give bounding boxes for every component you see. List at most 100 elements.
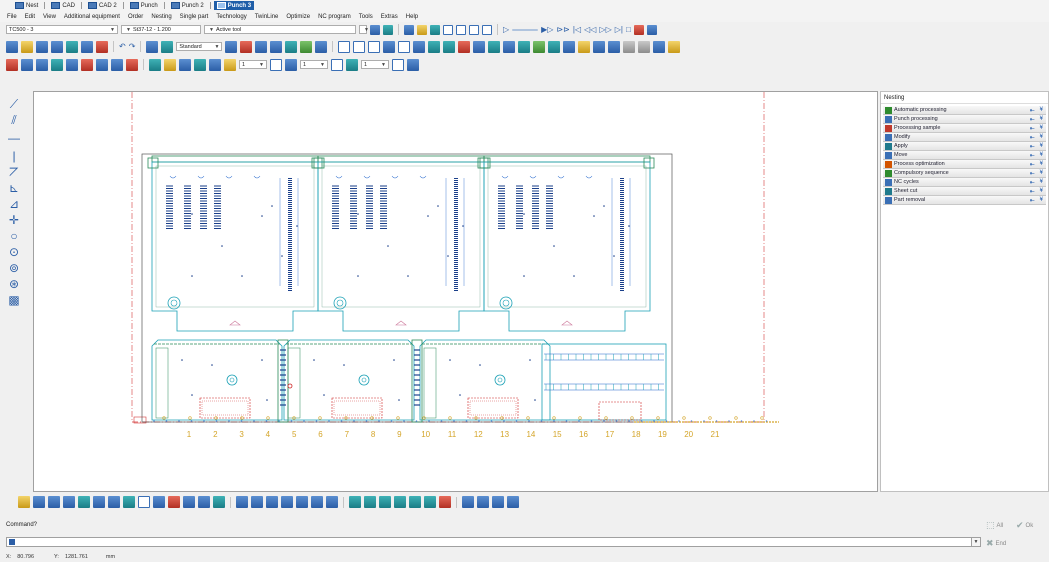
circle-point-icon[interactable]: ⊚ [6,261,22,275]
slope-line-icon[interactable]: ⊿ [6,197,22,211]
tab-cad[interactable]: CAD [48,1,78,10]
punch-hit-icon[interactable] [149,58,161,71]
chevron-double-down-icon[interactable]: ¥ [1040,143,1043,150]
view-1-icon[interactable] [338,40,351,53]
fit-2-icon[interactable] [608,40,621,53]
display-clamps-icon[interactable] [439,496,451,508]
measure-2-icon[interactable] [488,40,501,53]
view-7-icon[interactable] [428,40,441,53]
properties-icon[interactable] [81,40,93,53]
tool-mark-icon[interactable] [126,58,138,71]
check-icon[interactable] [300,40,313,53]
angle-line-icon[interactable]: ⦢ [6,165,22,179]
collapse-icon[interactable]: ⇤ [1030,134,1035,141]
nesting-command-modify[interactable]: Modify ⇤ ¥ [883,133,1046,142]
open-icon[interactable] [21,40,33,53]
display-dims-icon[interactable] [424,496,436,508]
window-icon[interactable] [623,40,636,53]
zoom-part-icon[interactable] [183,496,195,508]
frame-icon[interactable] [138,496,150,508]
circle-tangent-icon[interactable]: ⊛ [6,277,22,291]
count-select-1[interactable]: 1 ▼ [239,60,267,69]
filter-icon[interactable] [370,24,380,35]
collapse-icon[interactable]: ⇤ [1030,125,1035,132]
menu-extras[interactable]: Extras [381,14,398,20]
nesting-command-optimize[interactable]: Process optimization ⇤ ¥ [883,160,1046,169]
zoom-all-icon[interactable] [326,496,338,508]
dropdown-button[interactable]: ▼ [359,25,369,34]
crosshair-icon[interactable]: ✛ [6,213,22,227]
tool-select[interactable]: ▼ Active tool [204,25,356,34]
punch-grid-icon[interactable] [209,58,221,71]
chevron-double-down-icon[interactable]: ¥ [1040,161,1043,168]
command-history-dropdown[interactable]: ▼ [971,537,981,547]
copy-icon[interactable] [430,24,440,35]
tool-view-icon[interactable] [108,496,120,508]
nesting-command-apply[interactable]: Apply ⇤ ¥ [883,142,1046,151]
tool-assign-icon[interactable] [66,58,78,71]
chevron-double-down-icon[interactable]: ¥ [1040,179,1043,186]
grid-4-icon[interactable] [482,24,492,35]
nesting-command-move[interactable]: Move ⇤ ¥ [883,151,1046,160]
paint-icon[interactable] [668,40,681,53]
tab-punch-2[interactable]: Punch 2 [168,1,207,10]
column-icon[interactable] [225,40,238,53]
collapse-icon[interactable]: ⇤ [1030,188,1035,195]
offset-2-icon[interactable] [331,58,343,71]
menu-tools[interactable]: Tools [359,14,373,20]
zoom-previous-icon[interactable] [296,496,308,508]
collapse-icon[interactable]: ⇤ [1030,116,1035,123]
nesting-command-nc-cycles[interactable]: NC cycles ⇤ ¥ [883,178,1046,187]
zoom-window-icon[interactable] [251,496,263,508]
menu-view[interactable]: View [43,14,56,20]
tool-angle-icon[interactable] [96,58,108,71]
punch-arc-icon[interactable] [194,58,206,71]
zoom-fit-icon[interactable] [311,496,323,508]
layout-icon[interactable] [146,40,159,53]
display-tools-icon[interactable] [349,496,361,508]
fast-forward-icon[interactable]: ▷▷ [599,25,611,35]
play-icon[interactable]: ▷ [503,25,509,35]
parts-icon[interactable] [161,40,174,53]
report-icon[interactable] [633,24,644,35]
window-split-icon[interactable] [492,496,504,508]
view-5-icon[interactable] [398,40,411,53]
chevron-double-down-icon[interactable]: ¥ [1040,197,1043,204]
settings-icon[interactable] [646,24,657,35]
circle-center-icon[interactable]: ⊙ [6,245,22,259]
sheet-icon[interactable] [240,40,253,53]
tab-punch-3[interactable]: Punch 3 [213,1,255,10]
new-icon[interactable] [6,40,18,53]
ok-button[interactable]: ✔ Ok [1016,520,1033,531]
grid-2-icon[interactable] [456,24,466,35]
nesting-command-sheet-cut[interactable]: Sheet cut ⇤ ¥ [883,187,1046,196]
window-tile-icon[interactable] [462,496,474,508]
collapse-icon[interactable]: ⇤ [1030,161,1035,168]
menu-nc-program[interactable]: NC program [318,14,351,20]
display-hits-icon[interactable] [364,496,376,508]
view-4-icon[interactable] [383,40,396,53]
horizontal-line-icon[interactable]: — [6,131,22,145]
fit-icon[interactable] [593,40,606,53]
dimension-line-icon[interactable]: ⊾ [6,181,22,195]
vertical-line-icon[interactable]: | [6,149,22,163]
chevron-double-down-icon[interactable]: ¥ [1040,134,1043,141]
standard-select[interactable]: Standard ▼ [176,42,223,51]
nesting-command-punch[interactable]: Punch processing ⇤ ¥ [883,115,1046,124]
print-icon[interactable] [66,40,78,53]
chevron-double-down-icon[interactable]: ¥ [1040,116,1043,123]
skip-forward-icon[interactable]: ▷| [615,25,623,35]
command-input[interactable] [6,537,972,547]
tool-table-icon[interactable] [36,58,48,71]
zoom-2-icon[interactable] [548,40,561,53]
snap-grid-icon[interactable] [33,496,45,508]
offset-icon[interactable] [270,58,282,71]
tool-grid-icon[interactable] [111,58,123,71]
menu-twinline[interactable]: TwinLine [255,14,279,20]
window-cascade-icon[interactable] [477,496,489,508]
nest-auto-icon[interactable] [270,40,283,53]
all-button[interactable]: ⬚ All [986,520,1003,531]
tool-remove-icon[interactable] [81,58,93,71]
select-all-icon[interactable] [48,496,60,508]
line-tool-icon[interactable]: ⟋ [6,97,22,111]
